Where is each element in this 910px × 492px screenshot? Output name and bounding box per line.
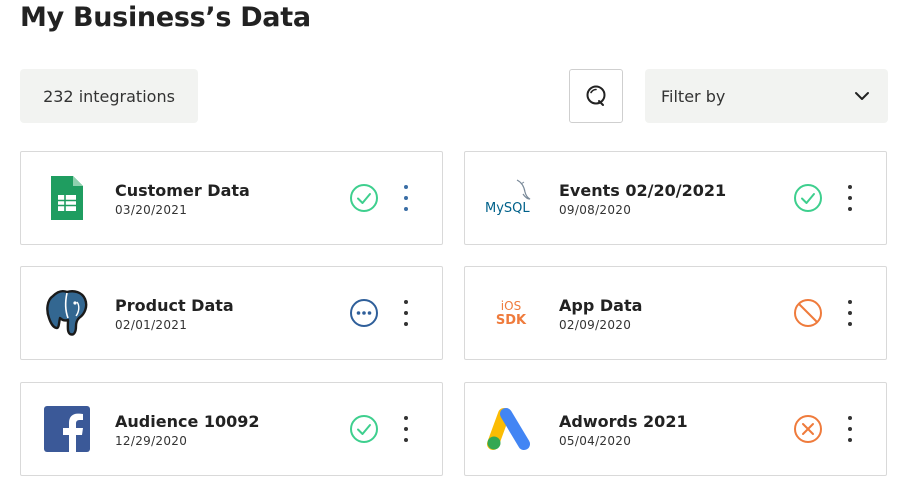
sdk-text: SDK [495, 312, 527, 328]
integration-date: 02/01/2021 [115, 318, 188, 332]
ios-text: iOS [500, 298, 522, 313]
integration-name: Customer Data [115, 181, 250, 200]
integration-date: 05/04/2020 [559, 434, 632, 448]
integration-name: Product Data [115, 296, 234, 315]
integration-card[interactable]: MySQL Events 02/20/2021 09/08/2020 [464, 151, 887, 245]
integration-card[interactable]: Adwords 2021 05/04/2020 [464, 382, 887, 476]
check-circle-icon [350, 415, 378, 443]
mysql-logo: MySQL [483, 172, 539, 224]
integration-name: App Data [559, 296, 643, 315]
more-options-icon[interactable] [396, 185, 416, 211]
more-options-icon[interactable] [840, 416, 860, 442]
chevron-down-icon [855, 92, 869, 100]
integration-date: 12/29/2020 [115, 434, 188, 448]
ios-sdk-logo: iOS SDK [485, 287, 537, 339]
more-options-icon[interactable] [840, 300, 860, 326]
more-options-icon[interactable] [396, 416, 416, 442]
more-options-icon[interactable] [840, 185, 860, 211]
google-sheets-icon [41, 172, 93, 224]
integration-date: 02/09/2020 [559, 318, 632, 332]
facebook-icon [41, 403, 93, 455]
integration-count-badge: 232 integrations [20, 69, 198, 123]
mysql-logo-text: MySQL [485, 201, 530, 216]
integration-name: Events 02/20/2021 [559, 181, 727, 200]
page-title: My Business’s Data [20, 2, 311, 33]
postgresql-elephant-icon [41, 287, 93, 339]
error-circle-icon [794, 415, 822, 443]
integration-name: Adwords 2021 [559, 412, 688, 431]
integration-card[interactable]: Customer Data 03/20/2021 [20, 151, 443, 245]
integration-date: 03/20/2021 [115, 203, 188, 217]
blocked-circle-icon [794, 299, 822, 327]
filter-label: Filter by [661, 86, 726, 106]
check-circle-icon [350, 184, 378, 212]
integration-name: Audience 10092 [115, 412, 260, 431]
more-options-icon[interactable] [396, 300, 416, 326]
search-button[interactable] [569, 69, 623, 123]
integration-card[interactable]: Audience 10092 12/29/2020 [20, 382, 443, 476]
integration-card[interactable]: iOS SDK App Data 02/09/2020 [464, 266, 887, 360]
check-circle-icon [794, 184, 822, 212]
integration-card[interactable]: Product Data 02/01/2021 [20, 266, 443, 360]
pending-circle-icon [350, 299, 378, 327]
google-ads-icon [485, 403, 537, 455]
integration-date: 09/08/2020 [559, 203, 632, 217]
search-icon [586, 85, 606, 106]
filter-dropdown[interactable]: Filter by [645, 69, 888, 123]
